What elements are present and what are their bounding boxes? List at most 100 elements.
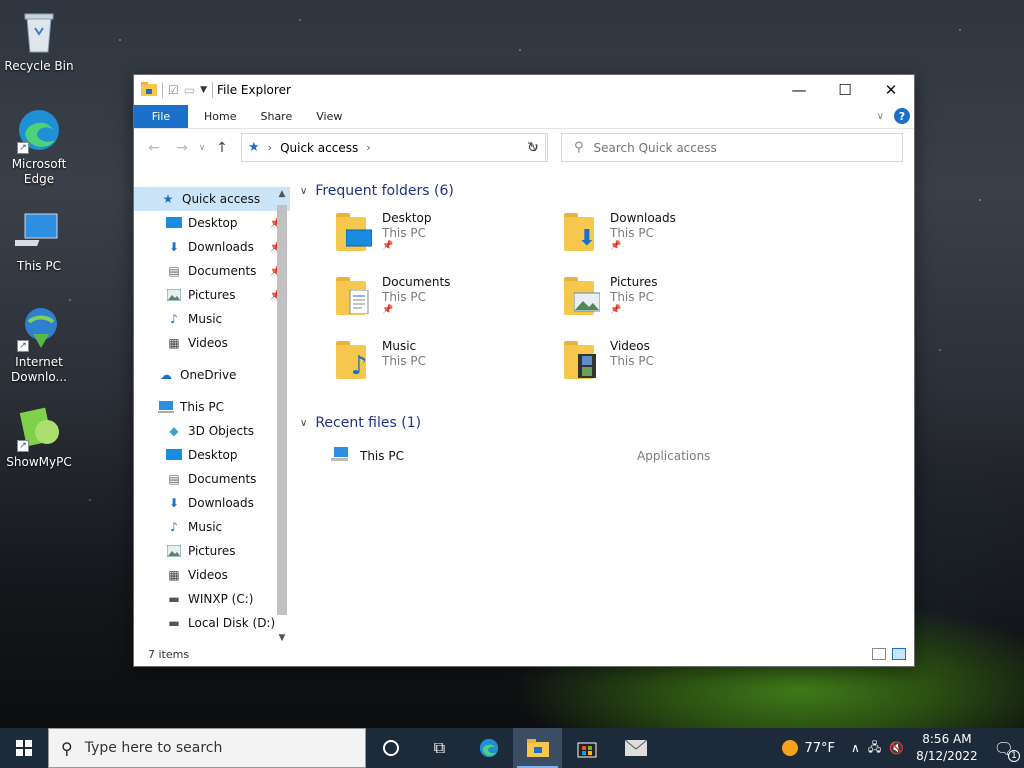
cortana-circle-icon (382, 740, 399, 756)
collapse-chevron-icon[interactable]: ∨ (300, 418, 307, 429)
taskbar-mail[interactable] (611, 728, 660, 768)
tab-home[interactable]: Home (188, 105, 248, 128)
taskbar-store[interactable] (562, 728, 611, 768)
new-folder-icon[interactable]: ▭ (184, 83, 195, 97)
window-title: File Explorer (217, 83, 291, 97)
ribbon-tabs: File Home Share View ∨ ? (134, 105, 914, 129)
nav-item-this-pc[interactable]: This PC (134, 395, 290, 419)
folder-tile-downloads[interactable]: ⬇ Downloads This PC 📌 (562, 211, 790, 263)
nav-item-music[interactable]: ♪ Music (134, 307, 290, 331)
nav-item-pc-desktop[interactable]: Desktop (134, 443, 290, 467)
refresh-button[interactable]: ↻ (519, 133, 548, 162)
recent-file-row[interactable]: This PC Applications (330, 443, 908, 469)
navigation-bar: ← → ∨ ↑ ★ › Quick access › ∨ ↻ ⚲ (134, 129, 914, 167)
nav-item-onedrive[interactable]: ☁ OneDrive (134, 363, 290, 387)
windows-logo-icon (16, 740, 32, 756)
folder-tile-videos[interactable]: Videos This PC (562, 339, 790, 391)
nav-item-desktop[interactable]: Desktop 📌 (134, 211, 290, 235)
search-box[interactable]: ⚲ (561, 133, 903, 162)
nav-item-pc-videos[interactable]: ▦ Videos (134, 563, 290, 587)
forward-button[interactable]: → (168, 140, 196, 156)
properties-icon[interactable]: ☑ (168, 83, 179, 97)
recent-locations-chevron-icon[interactable]: ∨ (196, 143, 208, 153)
notification-center-button[interactable]: 🗨 1 (994, 739, 1020, 762)
nav-item-videos[interactable]: ▦ Videos (134, 331, 290, 355)
desktop-icon-recycle-bin[interactable]: Recycle Bin (4, 8, 74, 74)
breadcrumb-quick-access[interactable]: Quick access (280, 141, 358, 155)
nav-item-pc-pictures[interactable]: Pictures (134, 539, 290, 563)
close-button[interactable]: ✕ (868, 75, 914, 105)
clock[interactable]: 8:56 AM 8/12/2022 (916, 731, 978, 765)
desktop-icon-edge[interactable]: ↗ Microsoft Edge (4, 106, 74, 187)
disk-drive-icon: ▬ (168, 616, 180, 630)
document-icon: ▤ (168, 472, 180, 486)
up-button[interactable]: ↑ (208, 140, 236, 156)
nav-item-pc-downloads[interactable]: ⬇ Downloads (134, 491, 290, 515)
title-bar[interactable]: ☑ ▭ ▼ File Explorer — ☐ ✕ (134, 75, 914, 105)
recycle-bin-icon (15, 8, 63, 56)
details-view-icon[interactable] (872, 648, 886, 660)
show-hidden-icons-chevron-icon[interactable]: ∧ (851, 741, 860, 755)
notification-badge: 1 (1008, 749, 1020, 762)
navigation-pane-scrollbar[interactable]: ▲ ▼ (274, 187, 290, 645)
desktop-icon-this-pc[interactable]: This PC (4, 208, 74, 274)
weather-widget[interactable]: 77°F (782, 740, 835, 756)
search-input[interactable] (593, 140, 874, 155)
minimize-button[interactable]: — (776, 75, 822, 105)
recent-files-header[interactable]: ∨ Recent files (1) (294, 413, 908, 433)
nav-item-quick-access[interactable]: ★ Quick access (134, 187, 290, 211)
address-bar[interactable]: ★ › Quick access › ∨ (241, 133, 546, 162)
cortana-button[interactable] (366, 728, 415, 768)
task-view-icon: ⧉ (433, 738, 446, 757)
customize-toolbar-chevron-icon[interactable]: ▼ (200, 85, 207, 95)
nav-item-documents[interactable]: ▤ Documents 📌 (134, 259, 290, 283)
start-button[interactable] (0, 728, 48, 768)
task-view-button[interactable]: ⧉ (415, 728, 464, 768)
star-icon: ★ (162, 192, 174, 206)
picture-icon (166, 543, 182, 559)
help-icon[interactable]: ? (894, 108, 910, 124)
nav-item-pictures[interactable]: Pictures 📌 (134, 283, 290, 307)
edge-icon: ↗ (15, 106, 63, 154)
film-icon: ▦ (168, 568, 180, 582)
scroll-up-arrow-icon[interactable]: ▲ (274, 189, 290, 199)
folder-tile-desktop[interactable]: Desktop This PC 📌 (334, 211, 562, 263)
toolbar-divider (212, 82, 214, 98)
nav-item-pc-documents[interactable]: ▤ Documents (134, 467, 290, 491)
volume-muted-icon[interactable]: 🔇 (889, 741, 904, 755)
desktop-icon-showmypc[interactable]: ↗ ShowMyPC (4, 404, 74, 470)
nav-item-downloads[interactable]: ⬇ Downloads 📌 (134, 235, 290, 259)
cube-icon: ◆ (169, 424, 179, 438)
tab-file[interactable]: File (134, 105, 188, 128)
taskbar-edge[interactable] (464, 728, 513, 768)
frequent-folders-header[interactable]: ∨ Frequent folders (6) (294, 181, 908, 201)
nav-item-3d-objects[interactable]: ◆ 3D Objects (134, 419, 290, 443)
folder-app-icon (141, 81, 157, 99)
desktop-icon-internet-download[interactable]: ↗ Internet Downlo... (4, 304, 74, 385)
navigation-pane: ★ Quick access Desktop 📌 ⬇ Downloads 📌 ▤… (134, 187, 290, 645)
scrollbar-thumb[interactable] (277, 205, 287, 615)
expand-ribbon-chevron-icon[interactable]: ∨ (877, 111, 884, 122)
sun-icon (782, 740, 799, 756)
nav-item-pc-music[interactable]: ♪ Music (134, 515, 290, 539)
taskbar-search-box[interactable]: ⚲ Type here to search (48, 728, 366, 768)
mail-icon (624, 740, 647, 756)
folder-tile-music[interactable]: ♪ Music This PC (334, 339, 562, 391)
quick-access-toolbar: ☑ ▭ ▼ (134, 81, 214, 99)
breadcrumb-chevron-icon[interactable]: › (366, 141, 370, 154)
tab-share[interactable]: Share (248, 105, 304, 128)
large-icons-view-icon[interactable] (892, 648, 906, 660)
nav-item-drive-d[interactable]: ▬ Local Disk (D:) (134, 611, 290, 635)
back-button[interactable]: ← (140, 140, 168, 156)
network-icon[interactable]: 🖧 (868, 738, 881, 759)
taskbar-file-explorer[interactable] (513, 728, 562, 768)
nav-item-drive-c[interactable]: ▬ WINXP (C:) (134, 587, 290, 611)
folder-tile-pictures[interactable]: Pictures This PC 📌 (562, 275, 790, 327)
breadcrumb-chevron-icon[interactable]: › (268, 141, 272, 154)
collapse-chevron-icon[interactable]: ∨ (300, 186, 307, 197)
maximize-button[interactable]: ☐ (822, 75, 868, 105)
quick-access-star-icon: ★ (248, 140, 260, 155)
pin-icon: 📌 (610, 241, 622, 251)
tab-view[interactable]: View (304, 105, 354, 128)
folder-tile-documents[interactable]: Documents This PC 📌 (334, 275, 562, 327)
